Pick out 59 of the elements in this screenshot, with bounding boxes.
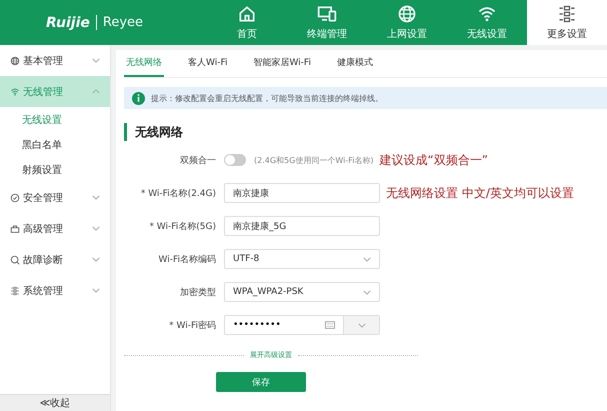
sliders-icon xyxy=(10,286,20,296)
sidebar-subitem[interactable]: 黑白名单 xyxy=(0,132,110,157)
tab[interactable]: 客人Wi-Fi xyxy=(186,50,230,77)
field-label: 双频合一 xyxy=(179,154,217,166)
logo: Ruijie xyxy=(46,14,90,30)
tab[interactable]: 健康模式 xyxy=(334,50,375,77)
devices-icon xyxy=(317,4,337,24)
sidebar-item[interactable]: 故障诊断 xyxy=(0,244,110,275)
chevron-icon xyxy=(363,290,371,294)
chevron-icon xyxy=(92,89,100,94)
chevron-icon xyxy=(358,322,366,328)
sidebar-item[interactable]: 安全管理 xyxy=(0,182,110,213)
nav-tab[interactable]: 无线设置 xyxy=(447,0,527,45)
input-field[interactable]: 南京捷康 xyxy=(224,183,380,203)
sidebar-subitem[interactable]: 射频设置 xyxy=(0,157,110,182)
field-label: * Wi-Fi密码 xyxy=(168,320,217,332)
sidebar-item[interactable]: 系统管理 xyxy=(0,275,110,306)
home-icon xyxy=(237,4,257,24)
globe-icon xyxy=(397,4,417,24)
nav-tab[interactable]: 更多设置 xyxy=(527,0,607,45)
section-title: 无线网络 xyxy=(124,123,607,141)
nav-tab[interactable]: 首页 xyxy=(207,0,287,45)
field-label: Wi-Fi名称编码 xyxy=(158,254,217,266)
input-field[interactable]: 南京捷康_5G xyxy=(224,216,380,236)
tab[interactable]: 无线网络 xyxy=(124,50,164,77)
box-icon xyxy=(10,224,20,234)
nav-tab[interactable]: 终端管理 xyxy=(287,0,367,45)
toggle-switch[interactable] xyxy=(224,154,246,166)
wifi-icon xyxy=(10,86,20,96)
password-field[interactable]: ••••••••• xyxy=(224,315,380,335)
chevron-icon xyxy=(92,195,100,200)
chevron-icon xyxy=(363,256,371,262)
chevron-icon xyxy=(92,288,100,293)
sidebar-subitem[interactable]: 无线设置 xyxy=(0,107,110,132)
nav-tab[interactable]: 上网设置 xyxy=(367,0,447,45)
info-icon xyxy=(137,94,140,102)
hint-text: (2.4G和5G使用同一个Wi-Fi名称) xyxy=(254,154,374,166)
select-field[interactable]: UTF-8 xyxy=(224,249,380,269)
globe-icon xyxy=(10,56,20,66)
chevron-icon xyxy=(92,257,100,262)
sub-logo: Reyee xyxy=(96,15,144,30)
collapse-button[interactable]: ≪收起 xyxy=(0,394,110,411)
chevron-icon xyxy=(92,226,100,231)
sidebar-item[interactable]: 高级管理 xyxy=(0,213,110,244)
select-field[interactable]: WPA_WPA2-PSK xyxy=(224,282,380,302)
field-label: * Wi-Fi名称(2.4G) xyxy=(140,188,217,200)
save-button[interactable]: 保存 xyxy=(216,372,306,392)
field-label: * Wi-Fi名称(5G) xyxy=(148,220,217,232)
annotation-text: 无线网络设置 中文/英文均可以设置 xyxy=(386,184,574,202)
check-circle-icon xyxy=(10,192,20,202)
notice-text: 提示：修改配置会重启无线配置，可能导致当前连接的终端掉线。 xyxy=(151,92,383,104)
keyboard-icon xyxy=(325,321,335,329)
annotation-text: 建议设成“双频合一” xyxy=(380,152,488,168)
search-icon xyxy=(10,254,20,264)
sliders-icon xyxy=(557,4,577,24)
sidebar-item[interactable]: 基本管理 xyxy=(0,45,110,76)
chevron-icon xyxy=(92,58,100,63)
field-label: 加密类型 xyxy=(179,286,217,298)
tab[interactable]: 智能家居Wi-Fi xyxy=(251,50,313,77)
